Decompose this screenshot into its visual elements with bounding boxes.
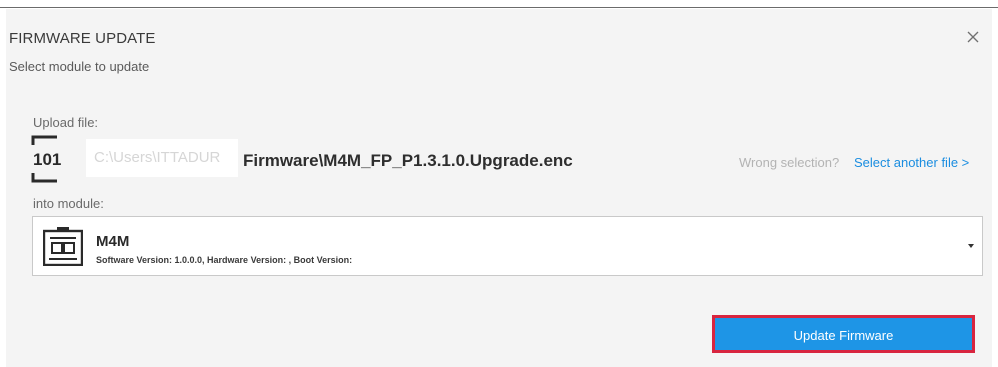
- wrong-selection-text: Wrong selection?: [739, 155, 840, 170]
- module-name: M4M: [96, 233, 130, 250]
- update-firmware-label: Update Firmware: [793, 327, 894, 343]
- binary-file-icon-text: 101: [33, 150, 61, 169]
- binary-file-icon: 101: [31, 135, 61, 183]
- chevron-down-icon: [968, 244, 974, 248]
- module-dropdown[interactable]: M4M Software Version: 1.0.0.0, Hardware …: [32, 216, 983, 276]
- select-another-file-link[interactable]: Select another file >: [854, 155, 969, 170]
- obscured-path-prefix: C:\Users\ITTADUR: [86, 139, 238, 177]
- obscured-path-text: C:\Users\ITTADUR: [94, 149, 221, 166]
- upload-file-label: Upload file:: [33, 115, 99, 130]
- module-version-details: Software Version: 1.0.0.0, Hardware Vers…: [96, 255, 353, 265]
- close-icon: [967, 31, 979, 43]
- selected-file-path: Firmware\M4M_FP_P1.3.1.0.Upgrade.enc: [243, 151, 573, 170]
- module-device-icon: [43, 227, 83, 266]
- dialog-subtitle: Select module to update: [9, 59, 150, 74]
- firmware-update-dialog: FIRMWARE UPDATE Select module to update …: [6, 9, 992, 367]
- dialog-title: FIRMWARE UPDATE: [9, 30, 156, 47]
- close-button[interactable]: [962, 26, 984, 48]
- top-divider: [0, 0, 998, 8]
- into-module-label: into module:: [33, 196, 104, 211]
- update-firmware-button[interactable]: Update Firmware: [712, 315, 975, 353]
